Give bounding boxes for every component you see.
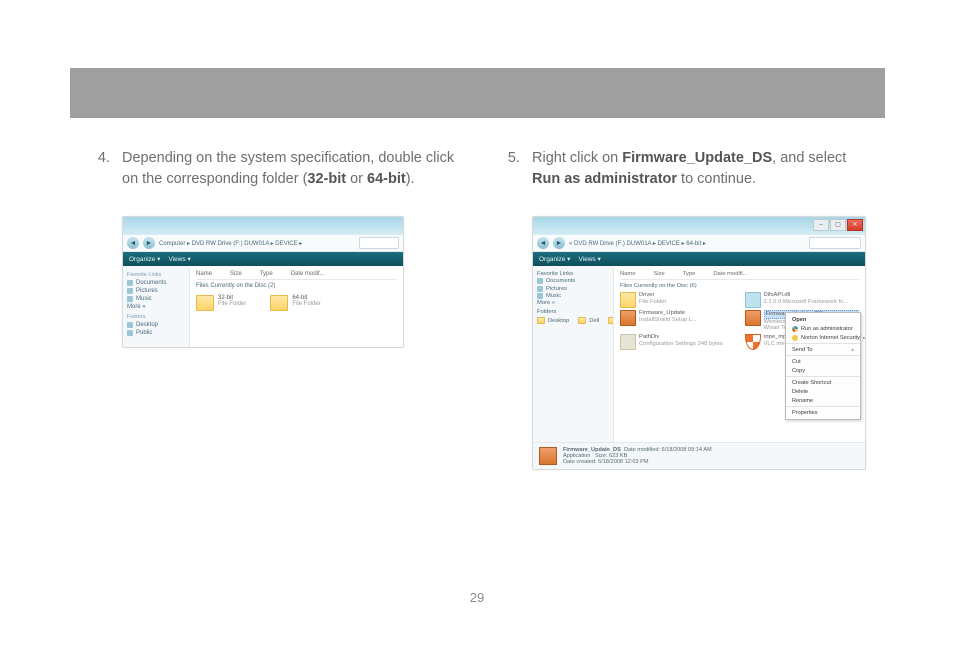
forward-icon: ► bbox=[553, 237, 565, 249]
address-bar: ◄ ► « DVD RW Drive (F:) DUW01A ▸ DEVICE … bbox=[533, 235, 865, 252]
file-group: Files Currently on the Disc (2) bbox=[196, 283, 397, 289]
views-menu: Views ▾ bbox=[578, 255, 600, 263]
ctx-run-admin: Run as administrator bbox=[786, 324, 860, 333]
page-number: 29 bbox=[0, 590, 954, 605]
sidebar-item: Music bbox=[537, 293, 609, 299]
folder-icon bbox=[270, 295, 288, 311]
forward-icon: ► bbox=[143, 237, 155, 249]
context-menu: Open Run as administrator Norton Interne… bbox=[785, 312, 861, 420]
step-4: 4. Depending on the system specification… bbox=[88, 148, 458, 190]
sidebar-item: Documents bbox=[537, 278, 609, 284]
details-pane: Firmware_Update_DS Date modified: 6/18/2… bbox=[533, 442, 865, 469]
img-icon bbox=[745, 292, 761, 308]
section-header bbox=[70, 68, 885, 118]
fold-icon bbox=[620, 292, 636, 308]
views-menu: Views ▾ bbox=[168, 255, 190, 263]
folder-item: 32-bitFile Folder bbox=[196, 295, 246, 311]
ctx-cut: Cut bbox=[786, 357, 860, 366]
sidebar-heading: Folders bbox=[127, 314, 185, 320]
column-header: Name Size Type Date modifi... bbox=[620, 269, 859, 280]
file-item: Firmware_UpdateInstallShield Setup L... bbox=[620, 310, 735, 332]
file-item: DifxAPI.dll2.1.0.0 Microsoft Framework f… bbox=[745, 292, 860, 308]
breadcrumb: Computer ▸ DVD RW Drive (F:) DUW01A ▸ DE… bbox=[159, 240, 355, 247]
tree-item: Public bbox=[602, 317, 614, 324]
file-item: PathDivConfiguration Settings 248 bytes bbox=[620, 334, 735, 350]
ctx-norton: Norton Internet Security bbox=[786, 333, 860, 342]
file-pane: Name Size Type Date modifi... Files Curr… bbox=[614, 266, 865, 444]
sidebar-item: Desktop bbox=[127, 322, 185, 328]
screenshot-step5: – ▢ ✕ ◄ ► « DVD RW Drive (F:) DUW01A ▸ D… bbox=[532, 216, 866, 470]
ctx-shortcut: Create Shortcut bbox=[786, 378, 860, 387]
close-icon: ✕ bbox=[847, 219, 863, 231]
window-titlebar: – ▢ ✕ bbox=[533, 217, 865, 235]
file-group: Files Currently on the Disc (6) bbox=[620, 283, 859, 289]
back-icon: ◄ bbox=[537, 237, 549, 249]
sidebar-item: Documents bbox=[127, 280, 185, 286]
sidebar-tree: Favorite Links Documents Pictures Music … bbox=[533, 266, 614, 444]
shield-icon bbox=[792, 326, 798, 332]
ctx-send-to: Send To bbox=[786, 345, 860, 354]
exe-icon bbox=[539, 447, 557, 465]
organize-menu: Organize ▾ bbox=[129, 255, 160, 263]
ctx-copy: Copy bbox=[786, 366, 860, 375]
sidebar-heading: Favorite Links bbox=[127, 272, 185, 278]
file-item: DriverFile Folder bbox=[620, 292, 735, 308]
sidebar-item: Pictures bbox=[537, 286, 609, 292]
folder-item: 64-bitFile Folder bbox=[270, 295, 320, 311]
back-icon: ◄ bbox=[127, 237, 139, 249]
toolbar: Organize ▾ Views ▾ bbox=[533, 252, 865, 266]
screenshot-step4: ◄ ► Computer ▸ DVD RW Drive (F:) DUW01A … bbox=[122, 216, 404, 348]
ctx-properties: Properties bbox=[786, 408, 860, 417]
step-body: Right click on Firmware_Update_DS, and s… bbox=[532, 148, 868, 190]
step-number: 4. bbox=[88, 148, 110, 190]
tree-item: Dell bbox=[572, 317, 599, 324]
sidebar: Favorite Links Documents Pictures Music … bbox=[123, 266, 190, 348]
step-body: Depending on the system specification, d… bbox=[122, 148, 458, 190]
search-input bbox=[809, 237, 861, 249]
sidebar-heading: Favorite Links bbox=[537, 271, 609, 277]
window-titlebar bbox=[123, 217, 403, 235]
organize-menu: Organize ▾ bbox=[539, 255, 570, 263]
sidebar-heading: Folders bbox=[537, 309, 609, 315]
file-pane: Name Size Type Date modif... Files Curre… bbox=[190, 266, 403, 348]
norton-icon bbox=[792, 335, 798, 341]
minimize-icon: – bbox=[813, 219, 829, 231]
sidebar-item: Public bbox=[127, 330, 185, 336]
step-number: 5. bbox=[498, 148, 520, 190]
sidebar-item: More » bbox=[537, 300, 609, 306]
tree-item: Desktop bbox=[537, 317, 569, 324]
ctx-open: Open bbox=[786, 315, 860, 324]
address-bar: ◄ ► Computer ▸ DVD RW Drive (F:) DUW01A … bbox=[123, 235, 403, 252]
cfg-icon bbox=[620, 334, 636, 350]
sidebar-item: Music bbox=[127, 296, 185, 302]
vlc-icon bbox=[745, 334, 761, 350]
search-input bbox=[359, 237, 399, 249]
column-header: Name Size Type Date modif... bbox=[196, 269, 397, 280]
exe-icon bbox=[620, 310, 636, 326]
toolbar: Organize ▾ Views ▾ bbox=[123, 252, 403, 266]
sidebar-item: More » bbox=[127, 304, 185, 310]
exe-icon bbox=[745, 310, 761, 326]
ctx-rename: Rename bbox=[786, 396, 860, 405]
breadcrumb: « DVD RW Drive (F:) DUW01A ▸ DEVICE ▸ 64… bbox=[569, 240, 805, 247]
maximize-icon: ▢ bbox=[830, 219, 846, 231]
ctx-delete: Delete bbox=[786, 387, 860, 396]
step-5: 5. Right click on Firmware_Update_DS, an… bbox=[498, 148, 868, 190]
folder-icon bbox=[196, 295, 214, 311]
sidebar-item: Pictures bbox=[127, 288, 185, 294]
